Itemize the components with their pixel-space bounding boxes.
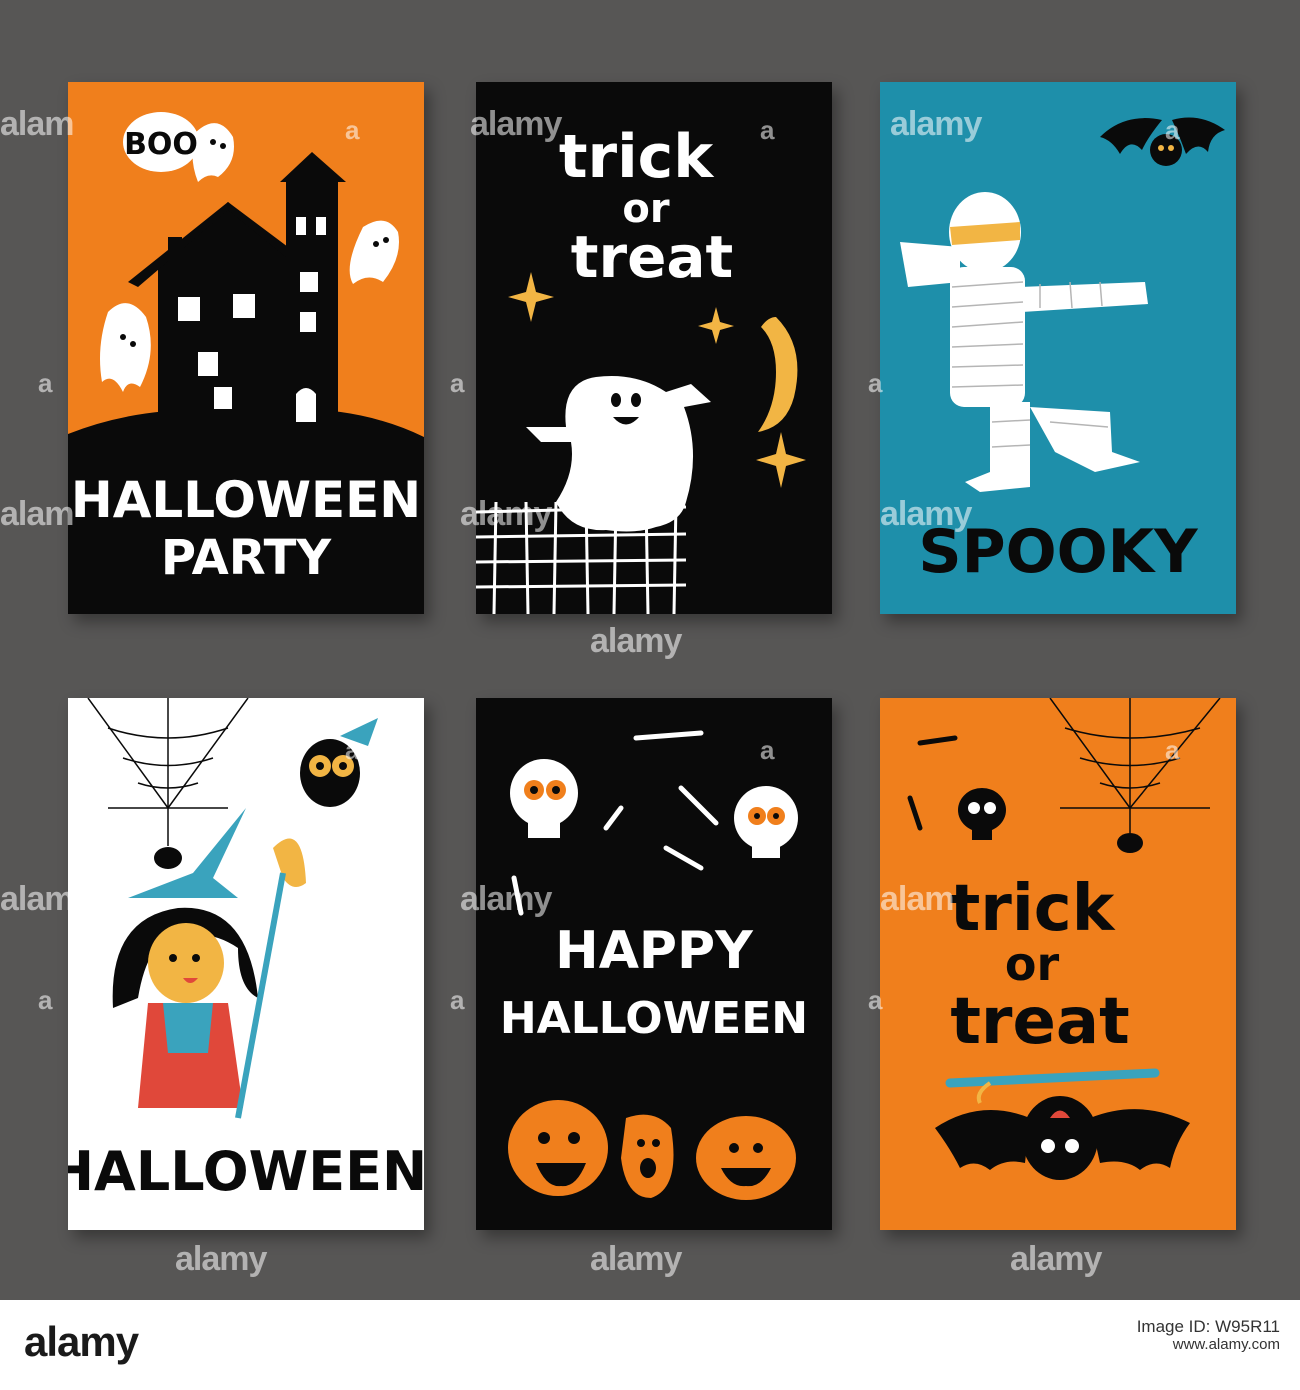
party-title-line1: HALLOWEEN — [71, 471, 421, 529]
mummy-icon — [900, 192, 1148, 492]
witch-illustration: HALLOWEEN — [68, 698, 424, 1203]
bat-title-line1: trick — [950, 872, 1116, 946]
image-id: Image ID: W95R11 — [1136, 1317, 1280, 1336]
spider-web-icon — [87, 698, 249, 809]
watermark: alamy — [590, 1240, 682, 1278]
poster-canvas: BOO HALLOWEEN PARTY trick or treat SPOOK… — [0, 0, 1300, 1300]
witch-girl-icon — [112, 808, 306, 1119]
card-halloween-party: BOO HALLOWEEN PARTY — [68, 82, 424, 614]
witch-title: HALLOWEEN — [68, 1140, 424, 1203]
spider-icon-right — [1117, 833, 1143, 853]
watermark-mark: a — [38, 368, 53, 398]
card-trick-or-treat-ghost: trick or treat — [476, 82, 832, 614]
card-happy-halloween-skulls: HAPPY HALLOWEEN — [476, 698, 832, 1230]
broom-icon — [273, 838, 306, 887]
image-info: Image ID: W95R11 www.alamy.com — [1137, 1318, 1280, 1354]
owl-icon — [300, 718, 378, 807]
card-halloween-witch: HALLOWEEN — [68, 698, 424, 1230]
ghost-illustration: trick or treat — [476, 122, 806, 614]
skull-icon — [510, 759, 578, 838]
hanging-bat-icon — [935, 1096, 1190, 1180]
skull-icon-right — [734, 786, 798, 858]
happy-title-line1: HAPPY — [555, 921, 754, 981]
watermark-mark: a — [450, 368, 465, 398]
bat-title-line2: or — [1005, 937, 1060, 991]
site-url: www.alamy.com — [1172, 1336, 1280, 1353]
bat-illustration: trick or treat — [907, 698, 1221, 1180]
stock-footer: alamy Image ID: W95R11 www.alamy.com — [0, 1300, 1300, 1390]
watermark-mark: a — [450, 985, 465, 1015]
spider-web-icon-right — [1049, 698, 1221, 809]
alamy-logo: alamy — [24, 1318, 139, 1365]
skulls-illustration: HAPPY HALLOWEEN — [500, 730, 808, 1200]
watermark-mark: a — [38, 985, 53, 1015]
spider-icon — [154, 847, 182, 869]
spooky-title: SPOOKY — [918, 517, 1199, 587]
branch-icon — [945, 1068, 1160, 1088]
watermark: alam — [0, 105, 74, 143]
happy-title-line2: HALLOWEEN — [500, 993, 808, 1044]
card-trick-or-treat-bat: trick or treat — [880, 698, 1236, 1230]
card-spooky-mummy: SPOOKY — [880, 82, 1236, 614]
watermark: alamy — [175, 1240, 267, 1278]
haunted-house-illustration: BOO HALLOWEEN PARTY — [68, 112, 424, 614]
bat-title-line3: treat — [950, 985, 1129, 1059]
watermark: alamy — [1010, 1240, 1102, 1278]
ghost-title-line1: trick — [559, 122, 715, 192]
watermark: alam — [0, 880, 74, 918]
mummy-illustration: SPOOKY — [900, 117, 1225, 587]
boo-bubble-text: BOO — [124, 127, 198, 162]
ghost-title-line3: treat — [571, 223, 734, 291]
party-title-line2: PARTY — [161, 530, 332, 586]
watermark: alam — [0, 495, 74, 533]
skull-icon-small — [958, 788, 1006, 840]
moon-icon — [758, 317, 798, 432]
watermark: alamy — [590, 622, 682, 660]
